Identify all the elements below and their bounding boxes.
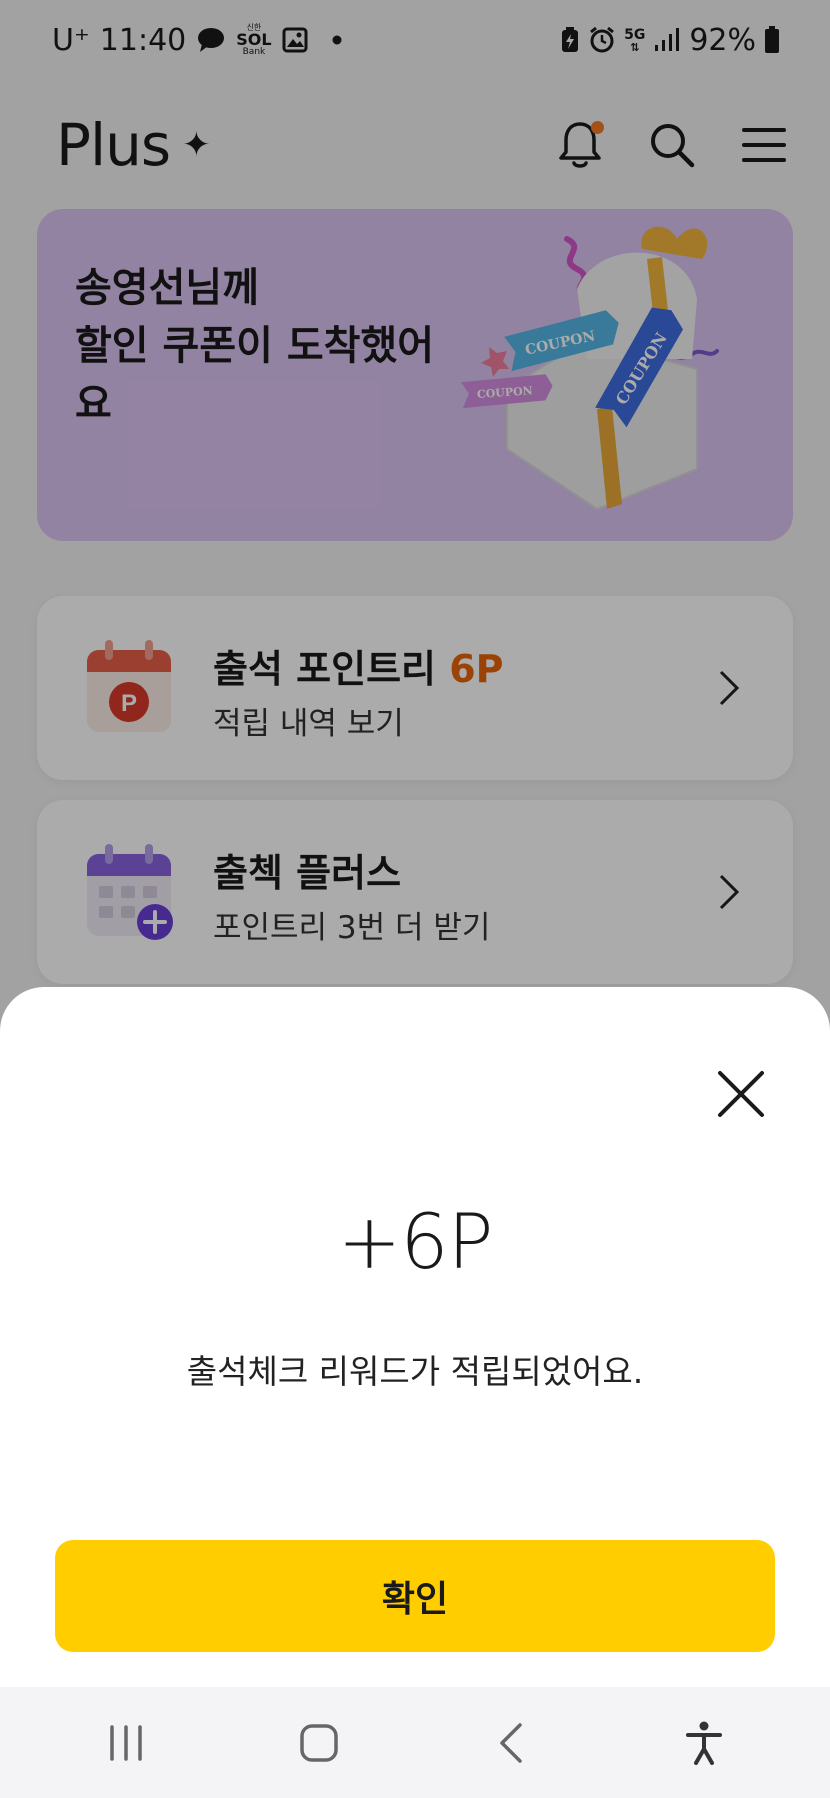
recent-apps-icon bbox=[110, 1724, 142, 1761]
reward-points: +6P bbox=[337, 1197, 494, 1286]
reward-message: 출석체크 리워드가 적립되었어요. bbox=[186, 1352, 644, 1391]
system-navigation-bar bbox=[0, 1687, 830, 1798]
reward-bottom-sheet: +6P 출석체크 리워드가 적립되었어요. 확인 bbox=[0, 987, 830, 1687]
recent-apps-button[interactable] bbox=[86, 1703, 166, 1783]
accessibility-icon bbox=[685, 1721, 722, 1765]
close-icon bbox=[718, 1071, 764, 1117]
back-button[interactable] bbox=[471, 1703, 551, 1783]
home-button[interactable] bbox=[279, 1703, 359, 1783]
back-icon bbox=[500, 1722, 522, 1763]
home-icon bbox=[300, 1723, 338, 1762]
close-button[interactable] bbox=[714, 1067, 768, 1121]
confirm-button[interactable]: 확인 bbox=[55, 1540, 775, 1652]
accessibility-button[interactable] bbox=[664, 1703, 744, 1783]
app-screen: U⁺ 11:40 신한 SOL Bank 5G ⇅ 92% Plus ✦ 송영선… bbox=[0, 0, 830, 1798]
